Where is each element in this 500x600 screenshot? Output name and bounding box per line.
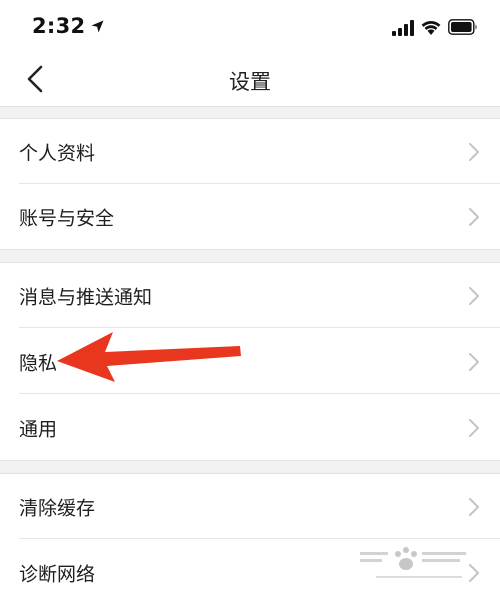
settings-item-label: 清除缓存 — [19, 497, 96, 519]
wifi-icon — [421, 20, 441, 35]
chevron-right-icon — [469, 497, 479, 516]
status-bar: 2:32 — [0, 0, 500, 52]
chevron-right-icon — [469, 142, 479, 161]
settings-screen: 2:32 设置 个人资料 账号与安全 消息与推送通知 隐私 通用 清除缓存 诊断… — [0, 0, 500, 600]
settings-item-label: 消息与推送通知 — [19, 286, 153, 308]
settings-item-profile[interactable]: 个人资料 — [0, 119, 500, 184]
navigation-bar: 设置 — [0, 52, 500, 106]
chevron-right-icon — [469, 418, 479, 437]
group-separator — [0, 249, 500, 263]
settings-item-label: 诊断网络 — [19, 563, 96, 585]
chevron-right-icon — [469, 286, 479, 305]
settings-item-clear-cache[interactable]: 清除缓存 — [0, 474, 500, 539]
status-time: 2:32 — [32, 14, 86, 38]
settings-item-account-security[interactable]: 账号与安全 — [0, 184, 500, 249]
annotation-arrow-icon — [57, 332, 241, 382]
chevron-right-icon — [469, 352, 479, 371]
group-separator — [0, 460, 500, 474]
row-divider — [19, 393, 500, 394]
signal-icon — [392, 20, 414, 36]
settings-item-label: 隐私 — [19, 352, 58, 374]
settings-item-label: 账号与安全 — [19, 207, 115, 229]
page-title: 设置 — [229, 70, 271, 94]
settings-item-label: 个人资料 — [19, 142, 96, 164]
battery-icon — [448, 19, 477, 35]
settings-item-general[interactable]: 通用 — [0, 395, 500, 460]
location-icon — [91, 20, 104, 32]
row-divider — [19, 538, 500, 539]
watermark-logo-icon — [360, 547, 466, 578]
status-time-group: 2:32 — [32, 14, 104, 38]
group-separator — [0, 106, 500, 119]
settings-item-notifications[interactable]: 消息与推送通知 — [0, 263, 500, 328]
chevron-right-icon — [469, 207, 479, 226]
settings-item-label: 通用 — [19, 418, 58, 440]
